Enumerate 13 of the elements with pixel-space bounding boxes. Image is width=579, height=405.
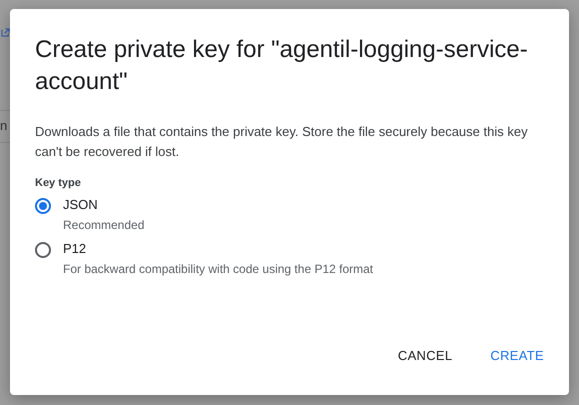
external-link-icon [1, 28, 10, 37]
option-hint: For backward compatibility with code using the P12 format [63, 261, 374, 277]
option-label: JSON [63, 197, 99, 213]
radio-button[interactable] [35, 242, 51, 258]
create-button[interactable]: CREATE [482, 342, 552, 369]
dialog-description: Downloads a file that contains the private key. Store the file securely because this key can't be recovered if lost. [35, 123, 529, 161]
cancel-button[interactable]: CANCEL [390, 342, 460, 369]
option-label: P12 [63, 241, 88, 257]
background-text: n [0, 118, 8, 133]
option-hint: Recommended [63, 217, 144, 233]
radio-button[interactable] [35, 198, 51, 214]
dialog-title: Create private key for "agentil-logging-service-account" [35, 35, 529, 97]
key-type-label: Key type [35, 177, 82, 189]
